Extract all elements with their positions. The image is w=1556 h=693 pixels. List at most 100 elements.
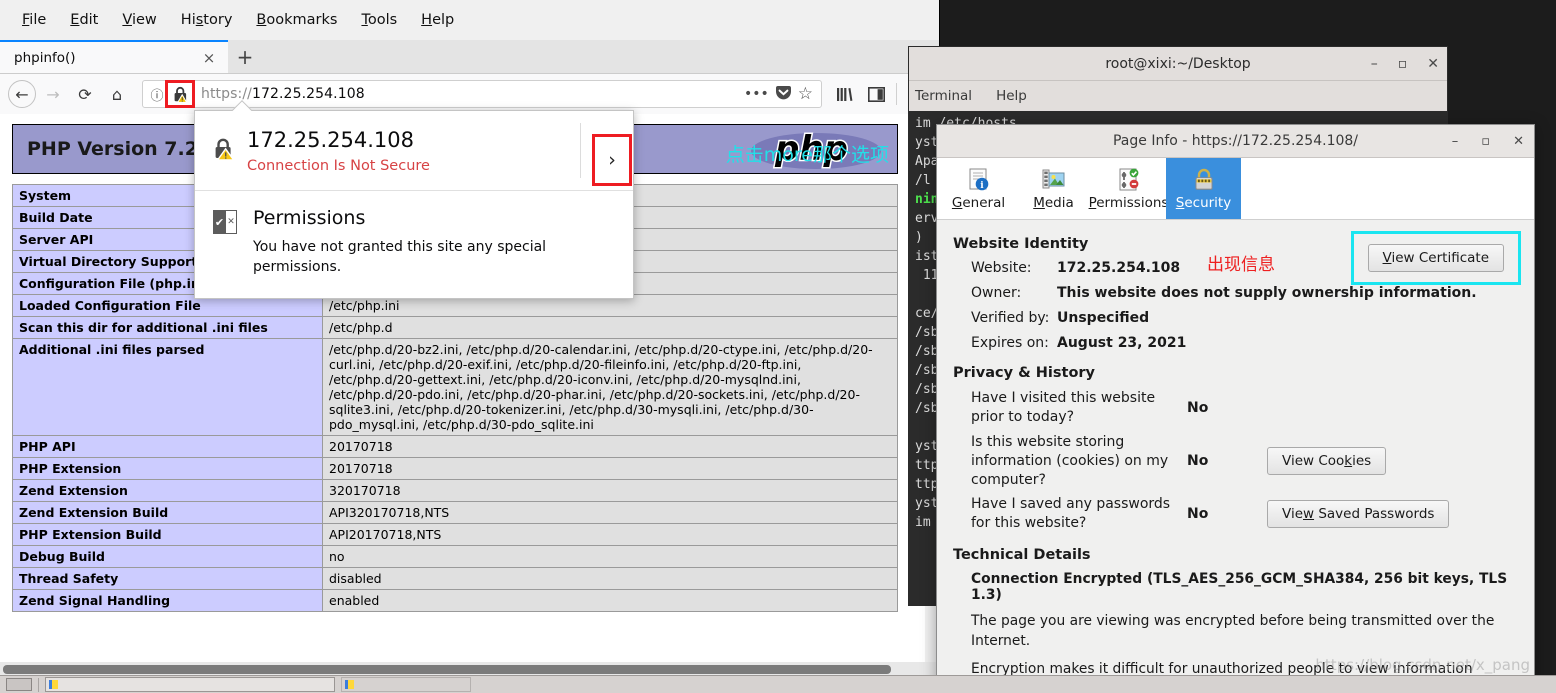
table-row: Scan this dir for additional .ini files /…	[12, 316, 898, 339]
phpinfo-value: 20170718	[322, 435, 898, 458]
page-actions-more-icon[interactable]: •••	[744, 86, 769, 102]
phpinfo-value: no	[322, 545, 898, 568]
terminal-menu-terminal[interactable]: Terminal	[915, 88, 972, 104]
new-tab-button[interactable]: +	[228, 40, 262, 73]
maximize-icon[interactable]: ▫	[1398, 56, 1408, 72]
home-icon[interactable]: ⌂	[102, 79, 132, 109]
forward-arrow-icon[interactable]: →	[38, 79, 68, 109]
view-cookies-button[interactable]: View Cookies	[1267, 447, 1387, 476]
page-info-tabbar: i General Media Permissions Security	[937, 158, 1534, 220]
phpinfo-value: enabled	[322, 589, 898, 612]
taskbar-start-button[interactable]	[6, 678, 32, 691]
tab-general-label: General	[951, 194, 1006, 211]
back-arrow-icon[interactable]: ←	[8, 80, 36, 108]
phpinfo-value: 320170718	[322, 479, 898, 502]
privacy-history-rows: Have I visited this website prior to tod…	[953, 389, 1518, 533]
phpinfo-value: API320170718,NTS	[322, 501, 898, 524]
privacy-row: Is this website storing information (coo…	[971, 433, 1518, 490]
table-row: PHP API 20170718	[12, 435, 898, 458]
menu-history[interactable]: History	[169, 8, 245, 32]
table-row: Zend Signal Handling enabled	[12, 589, 898, 612]
privacy-answer: No	[1187, 453, 1209, 470]
menu-view[interactable]: View	[110, 8, 168, 32]
view-saved-passwords-button[interactable]: View Saved Passwords	[1267, 500, 1450, 529]
phpinfo-value: /etc/php.d	[322, 316, 898, 339]
identity-popup-site-row[interactable]: 172.25.254.108 Connection Is Not Secure …	[195, 111, 633, 191]
phpinfo-key: Zend Extension Build	[12, 501, 323, 524]
reload-icon[interactable]: ⟳	[70, 79, 100, 109]
browser-menubar: File Edit View History Bookmarks Tools Help	[0, 0, 939, 40]
table-row: Additional .ini files parsed/etc/php.d/2…	[12, 338, 898, 436]
page-info-dialog: Page Info - https://172.25.254.108/ – ▫ …	[936, 124, 1535, 693]
menu-help[interactable]: Help	[409, 8, 466, 32]
menu-edit[interactable]: Edit	[58, 8, 110, 32]
phpinfo-key: Debug Build	[12, 545, 323, 568]
identity-popup-panel: 172.25.254.108 Connection Is Not Secure …	[194, 100, 634, 299]
close-icon[interactable]: ✕	[1427, 56, 1439, 72]
phpinfo-value: disabled	[322, 567, 898, 590]
connection-encrypted-text: Connection Encrypted (TLS_AES_256_GCM_SH…	[971, 571, 1508, 604]
table-row: Zend Extension 320170718	[12, 479, 898, 502]
taskbar-window-firefox[interactable]	[45, 677, 335, 692]
tab-permissions[interactable]: Permissions	[1089, 158, 1168, 219]
media-image-icon	[1041, 167, 1067, 193]
menu-file[interactable]: File	[10, 8, 58, 32]
menu-tools[interactable]: Tools	[349, 8, 409, 32]
library-icon[interactable]	[830, 80, 858, 108]
identity-row-label: Expires on:	[971, 335, 1049, 351]
identity-row-value: Unspecified	[1057, 310, 1150, 326]
identity-row: Verified by: Unspecified	[971, 310, 1518, 326]
phpinfo-value: /etc/php.d/20-bz2.ini, /etc/php.d/20-cal…	[322, 338, 898, 436]
tab-phpinfo[interactable]: phpinfo() ×	[0, 40, 228, 73]
page-title: PHP Version 7.2.1	[27, 138, 219, 160]
minimize-icon[interactable]: –	[1371, 56, 1378, 72]
scrollbar-thumb-horizontal[interactable]	[3, 665, 891, 674]
identity-row-value: August 23, 2021	[1057, 335, 1187, 351]
view-certificate-button[interactable]: View Certificate	[1367, 244, 1504, 272]
privacy-answer: No	[1187, 399, 1209, 416]
phpinfo-key: PHP API	[12, 435, 323, 458]
tab-media-label: Media	[1033, 194, 1074, 211]
tab-security-label: Security	[1175, 194, 1232, 211]
identity-row: Owner: This website does not supply owner…	[971, 285, 1518, 301]
insecure-lock-icon-highlighted[interactable]	[165, 80, 195, 108]
url-text[interactable]: https://172.25.254.108	[201, 86, 365, 102]
tab-media[interactable]: Media	[1016, 158, 1091, 219]
annotation-click-more: 点击more那个选项	[725, 144, 889, 166]
url-host: 172.25.254.108	[251, 86, 365, 102]
close-icon[interactable]: ✕	[1513, 134, 1524, 149]
terminal-icon	[345, 680, 354, 689]
identity-row-label: Website:	[971, 260, 1032, 276]
insecure-lock-icon	[213, 137, 247, 165]
taskbar-window-terminal[interactable]	[341, 677, 471, 692]
padlock-icon	[1191, 167, 1217, 193]
identity-row: Expires on: August 23, 2021	[971, 335, 1518, 351]
firefox-window: File Edit View History Bookmarks Tools Help ph…	[0, 0, 940, 676]
tab-strip: phpinfo() × +	[0, 40, 939, 74]
minimize-icon[interactable]: –	[1452, 134, 1459, 149]
close-icon[interactable]: ×	[198, 47, 220, 69]
terminal-menu-help[interactable]: Help	[996, 88, 1027, 104]
more-information-chevron-button[interactable]: ›	[592, 134, 632, 186]
bookmark-star-icon[interactable]: ☆	[798, 84, 813, 104]
page-info-icon[interactable]: ⓘ	[147, 85, 167, 104]
terminal-titlebar: root@xixi:~/Desktop – ▫ ✕	[909, 47, 1447, 81]
url-scheme: https://	[201, 86, 252, 102]
menu-bookmarks[interactable]: Bookmarks	[244, 8, 349, 32]
content-horizontal-scrollbar[interactable]	[0, 662, 939, 676]
phpinfo-key: Thread Safety	[12, 567, 323, 590]
table-row: PHP Extension Build API20170718,NTS	[12, 523, 898, 546]
privacy-answer: No	[1187, 506, 1209, 523]
tab-general[interactable]: i General	[941, 158, 1016, 219]
pocket-icon[interactable]	[775, 85, 792, 104]
identity-popup-host: 172.25.254.108	[247, 128, 414, 153]
permissions-title: Permissions	[253, 207, 366, 229]
sidebar-icon[interactable]	[862, 80, 890, 108]
privacy-row: Have I saved any passwords for this webs…	[971, 495, 1518, 533]
tab-security[interactable]: Security	[1166, 158, 1241, 219]
connection-status-text: Connection Is Not Secure	[247, 157, 430, 174]
maximize-icon[interactable]: ▫	[1481, 134, 1490, 149]
permissions-description: You have not granted this site any speci…	[253, 239, 547, 276]
technical-paragraph-1: The page you are viewing was encrypted b…	[971, 613, 1495, 650]
tab-label: phpinfo()	[14, 49, 76, 66]
